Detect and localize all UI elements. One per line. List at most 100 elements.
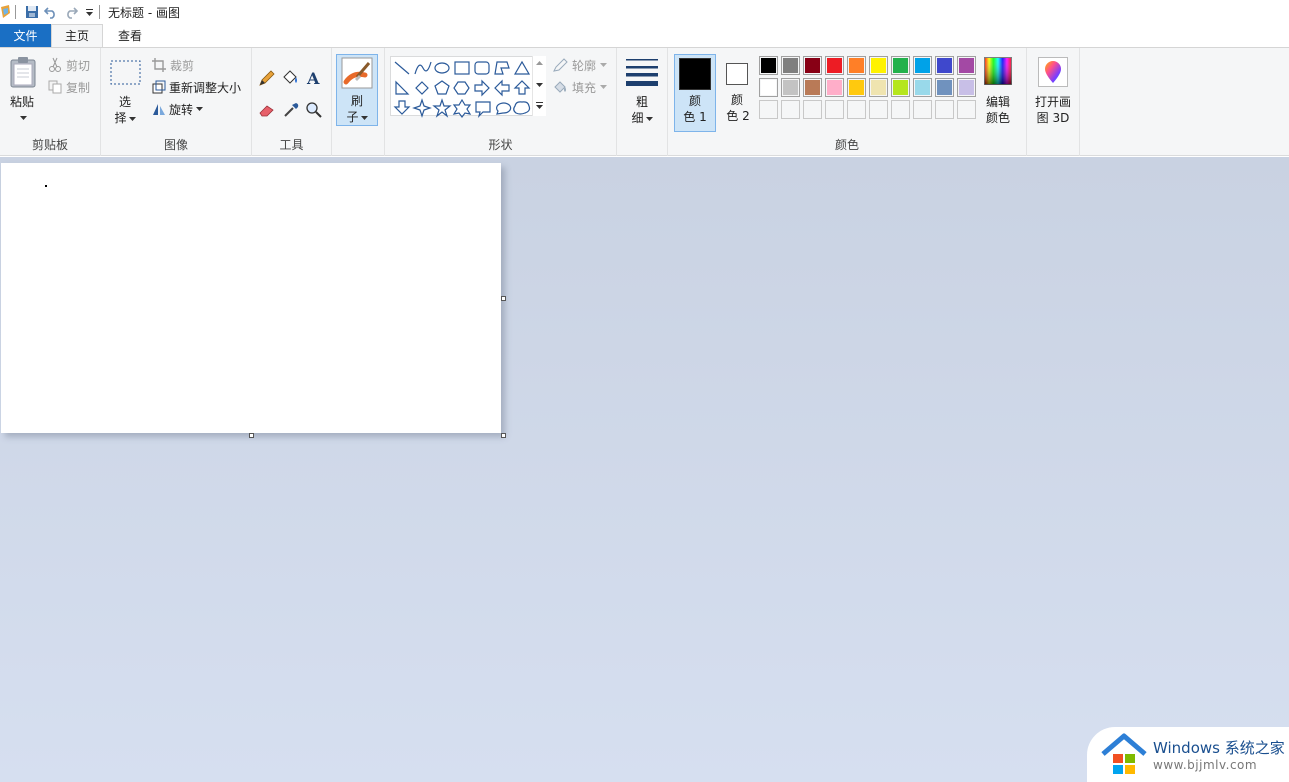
palette-empty-swatch[interactable] [781,100,800,119]
fill-button[interactable]: 填充 [553,77,608,97]
crop-button[interactable]: 裁剪 [152,55,194,75]
diamond-shape-icon[interactable] [415,81,429,95]
down-arrow-shape-icon[interactable] [393,100,411,115]
customize-quick-access-icon[interactable] [81,2,97,22]
palette-swatch[interactable] [825,78,844,97]
palette-swatch[interactable] [803,56,822,75]
polygon-shape-icon[interactable] [494,61,510,75]
palette-swatch[interactable] [891,56,910,75]
shapes-scrollbar[interactable] [532,56,546,116]
group-tools: A 工具 [252,48,332,156]
five-point-star-shape-icon[interactable] [432,98,452,118]
right-arrow-shape-icon[interactable] [474,79,490,97]
oval-shape-icon[interactable] [434,62,450,74]
edit-colors-button[interactable]: 编辑 颜色 [981,54,1017,128]
drawing-canvas[interactable] [1,163,501,433]
triangle-shape-icon[interactable] [513,60,531,75]
palette-swatch[interactable] [869,56,888,75]
palette-empty-swatch[interactable] [803,100,822,119]
right-triangle-shape-icon[interactable] [395,80,410,95]
oval-callout-shape-icon[interactable] [496,102,512,115]
redo-icon[interactable] [61,2,81,22]
cut-button[interactable]: 剪切 [48,55,90,75]
group-paint3d: 打开画 图 3D [1027,48,1080,156]
palette-swatch[interactable] [957,56,976,75]
paste-button[interactable]: 粘贴 [6,54,40,126]
palette-swatch[interactable] [781,78,800,97]
palette-swatch[interactable] [847,56,866,75]
rectangular-callout-shape-icon[interactable] [475,101,491,118]
pentagon-shape-icon[interactable] [434,80,450,95]
tab-home[interactable]: 主页 [51,24,103,48]
palette-empty-swatch[interactable] [759,100,778,119]
open-paint3d-button[interactable]: 打开画 图 3D [1030,54,1076,128]
six-point-star-shape-icon[interactable] [452,98,472,118]
palette-swatch[interactable] [825,56,844,75]
palette-swatch[interactable] [803,78,822,97]
rounded-rectangle-shape-icon[interactable] [474,61,490,75]
chevron-down-icon [128,117,136,121]
four-point-star-shape-icon[interactable] [412,98,432,118]
color-picker-icon[interactable] [282,101,300,119]
palette-swatch[interactable] [913,78,932,97]
text-icon[interactable]: A [305,69,323,87]
palette-swatch[interactable] [957,78,976,97]
palette-empty-swatch[interactable] [913,100,932,119]
save-icon[interactable] [23,2,41,22]
brushes-button[interactable]: 刷 子 [336,54,378,126]
fill-bucket-icon[interactable] [281,69,299,87]
tab-view[interactable]: 查看 [103,24,157,48]
resize-handle-right[interactable] [501,296,506,301]
palette-empty-swatch[interactable] [847,100,866,119]
up-arrow-shape-icon[interactable] [513,80,531,95]
palette-swatch[interactable] [759,56,778,75]
copy-button[interactable]: 复制 [48,77,90,97]
palette-empty-swatch[interactable] [825,100,844,119]
resize-handle-corner[interactable] [501,433,506,438]
left-arrow-shape-icon[interactable] [494,79,510,97]
palette-swatch[interactable] [935,56,954,75]
swatch-fill [937,102,952,117]
cloud-callout-shape-icon[interactable] [513,101,531,115]
outline-button[interactable]: 轮廓 [553,55,608,75]
undo-icon[interactable] [41,2,61,22]
rotate-button[interactable]: 旋转 [152,99,204,119]
palette-swatch[interactable] [781,56,800,75]
app-icon[interactable] [0,2,12,22]
select-button[interactable]: 选 择 [108,54,144,128]
palette-swatch[interactable] [913,56,932,75]
hexagon-shape-icon[interactable] [453,81,470,95]
palette-swatch[interactable] [935,78,954,97]
palette-empty-swatch[interactable] [957,100,976,119]
palette-empty-swatch[interactable] [869,100,888,119]
fill-label: 填充 [572,80,597,95]
resize-button[interactable]: 重新调整大小 [152,77,241,97]
swatch-fill [893,58,908,73]
scroll-down-icon[interactable] [536,83,543,88]
palette-swatch[interactable] [847,78,866,97]
palette-swatch[interactable] [759,78,778,97]
color2-button[interactable]: 颜 色 2 [719,54,759,132]
line-shape-icon[interactable] [394,61,410,75]
eraser-icon[interactable] [258,101,276,119]
pencil-icon[interactable] [258,69,276,87]
palette-swatch[interactable] [891,78,910,97]
gallery-expand-icon[interactable] [536,102,543,110]
scroll-up-icon[interactable] [536,61,543,66]
clipboard-group-label: 剪贴板 [31,138,68,152]
swatch-fill [893,80,908,95]
size-button[interactable]: 粗 细 [622,54,662,128]
curve-shape-icon[interactable] [414,61,432,75]
rectangle-shape-icon[interactable] [454,61,470,75]
copy-icon [48,80,62,94]
ribbon-tabs: 文件 主页 查看 [0,24,1289,48]
magnifier-icon[interactable] [305,101,323,119]
palette-empty-swatch[interactable] [891,100,910,119]
palette-swatch[interactable] [869,78,888,97]
color1-button[interactable]: 颜 色 1 [674,54,716,132]
color-spectrum-icon [984,57,1012,85]
tab-file[interactable]: 文件 [0,24,51,48]
resize-handle-bottom[interactable] [249,433,254,438]
canvas-workspace[interactable] [0,157,1289,782]
palette-empty-swatch[interactable] [935,100,954,119]
